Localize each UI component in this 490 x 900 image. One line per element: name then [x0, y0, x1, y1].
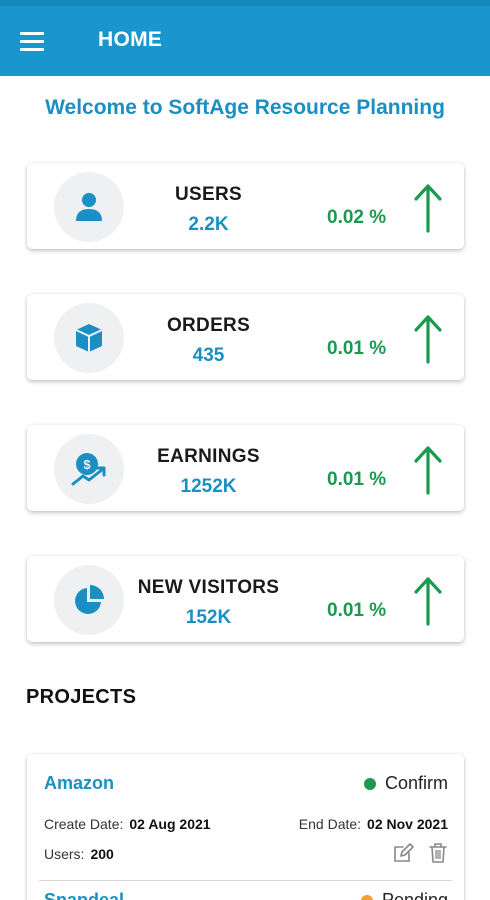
divider [39, 880, 452, 881]
users-value: 200 [90, 846, 114, 862]
stat-label: EARNINGS [157, 446, 260, 467]
create-date-value: 02 Aug 2021 [129, 816, 211, 832]
users-count: Users: 200 [44, 846, 114, 862]
projects-heading: PROJECTS [26, 686, 137, 708]
stat-card-users[interactable]: USERS 2.2K 0.02 % [27, 163, 464, 249]
stat-card-orders[interactable]: ORDERS 435 0.01 % [27, 294, 464, 380]
project-list: Amazon Confirm Create Date: 02 Aug 2021 E… [27, 754, 464, 900]
stat-label: USERS [175, 184, 242, 205]
pie-chart-icon [54, 565, 124, 635]
users-label: Users: [44, 846, 85, 862]
arrow-up-icon [414, 577, 442, 626]
status-strip [0, 0, 490, 6]
status-dot-icon [360, 894, 373, 900]
status-badge: Confirm [363, 773, 448, 794]
earnings-icon: $ [54, 434, 124, 504]
app-bar: HOME [0, 0, 490, 76]
stat-change: 0.01 % [327, 469, 387, 490]
stat-value: 152K [185, 607, 232, 628]
end-date: End Date: 02 Nov 2021 [299, 816, 448, 832]
stat-value: 2.2K [188, 214, 229, 235]
page-title: HOME [98, 28, 163, 51]
stat-card-earnings[interactable]: $ EARNINGS 1252K 0.01 % [27, 425, 464, 511]
stat-label: NEW VISITORS [137, 577, 280, 598]
stat-card-new-visitors[interactable]: NEW VISITORS 152K 0.01 % [27, 556, 464, 642]
welcome-text: Welcome to SoftAge Resource Planning [45, 96, 445, 119]
project-name[interactable]: Amazon [44, 773, 114, 794]
stat-value: 435 [192, 345, 225, 366]
edit-icon[interactable] [392, 842, 414, 864]
create-date: Create Date: 02 Aug 2021 [44, 816, 211, 832]
svg-text:$: $ [83, 457, 91, 472]
end-date-label: End Date: [298, 816, 362, 832]
delete-icon[interactable] [428, 842, 448, 864]
project-actions [392, 842, 448, 864]
arrow-up-icon [414, 446, 442, 495]
project-name[interactable]: Snapdeal [44, 890, 124, 900]
arrow-up-icon [414, 184, 442, 233]
stat-change: 0.01 % [327, 338, 387, 359]
status-dot-icon [363, 777, 376, 790]
end-date-value: 02 Nov 2021 [367, 816, 448, 832]
user-icon [54, 172, 124, 242]
status-badge: Pending [360, 890, 448, 900]
status-text: Pending [381, 890, 448, 900]
box-icon [54, 303, 124, 373]
arrow-up-icon [414, 315, 442, 364]
stat-change: 0.02 % [327, 207, 387, 228]
create-date-label: Create Date: [44, 816, 124, 832]
menu-icon[interactable] [20, 26, 50, 56]
stat-change: 0.01 % [327, 600, 387, 621]
stat-label: ORDERS [166, 315, 251, 336]
status-text: Confirm [384, 773, 448, 793]
stat-value: 1252K [180, 476, 237, 497]
